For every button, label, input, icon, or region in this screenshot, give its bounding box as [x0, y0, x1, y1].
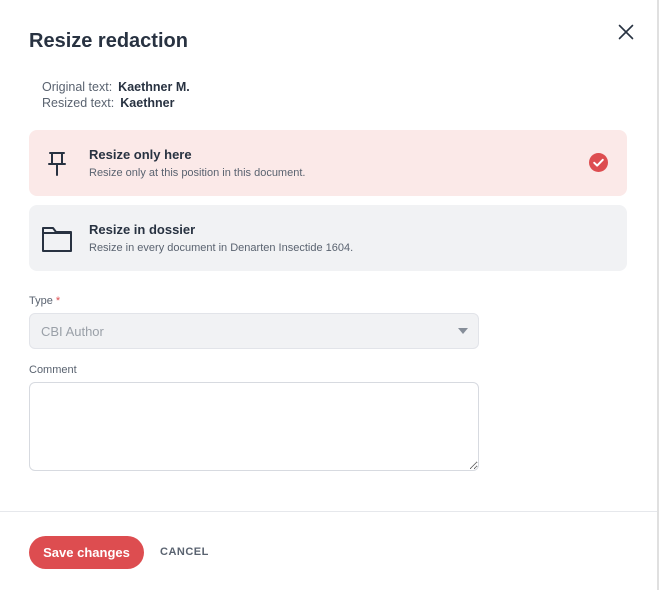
option-title: Resize in dossier: [89, 222, 196, 237]
comment-textarea[interactable]: [29, 382, 479, 471]
option-description: Resize only at this position in this doc…: [89, 167, 306, 179]
cancel-button[interactable]: CANCEL: [160, 546, 209, 558]
type-select-value: CBI Author: [41, 324, 104, 339]
resized-text-row: Resized text: Kaethner: [42, 95, 190, 111]
close-icon[interactable]: [614, 20, 638, 44]
folder-icon: [41, 222, 73, 254]
checkmark-icon: [589, 153, 608, 172]
original-text-value: Kaethner M.: [118, 80, 190, 94]
option-resize-only-here[interactable]: Resize only here Resize only at this pos…: [29, 130, 627, 196]
option-description: Resize in every document in Denarten Ins…: [89, 242, 354, 254]
pin-icon: [41, 147, 73, 179]
dialog-title: Resize redaction: [29, 30, 188, 52]
resized-text-value: Kaethner: [120, 96, 175, 110]
original-text-label: Original text:: [42, 80, 113, 94]
resize-redaction-dialog: Resize redaction Original text: Kaethner…: [0, 0, 659, 590]
comment-field-label: Comment: [29, 364, 77, 376]
resized-text-label: Resized text:: [42, 96, 115, 110]
original-text-row: Original text: Kaethner M.: [42, 79, 190, 95]
type-field-label: Type *: [29, 295, 60, 307]
text-info: Original text: Kaethner M. Resized text:…: [42, 79, 190, 111]
footer-divider: [0, 511, 659, 512]
type-select[interactable]: CBI Author: [29, 313, 479, 349]
option-resize-in-dossier[interactable]: Resize in dossier Resize in every docume…: [29, 205, 627, 271]
option-title: Resize only here: [89, 147, 192, 162]
type-label-text: Type: [29, 295, 53, 307]
chevron-down-icon: [458, 328, 468, 334]
save-changes-button[interactable]: Save changes: [29, 536, 144, 569]
required-mark: *: [55, 295, 61, 307]
